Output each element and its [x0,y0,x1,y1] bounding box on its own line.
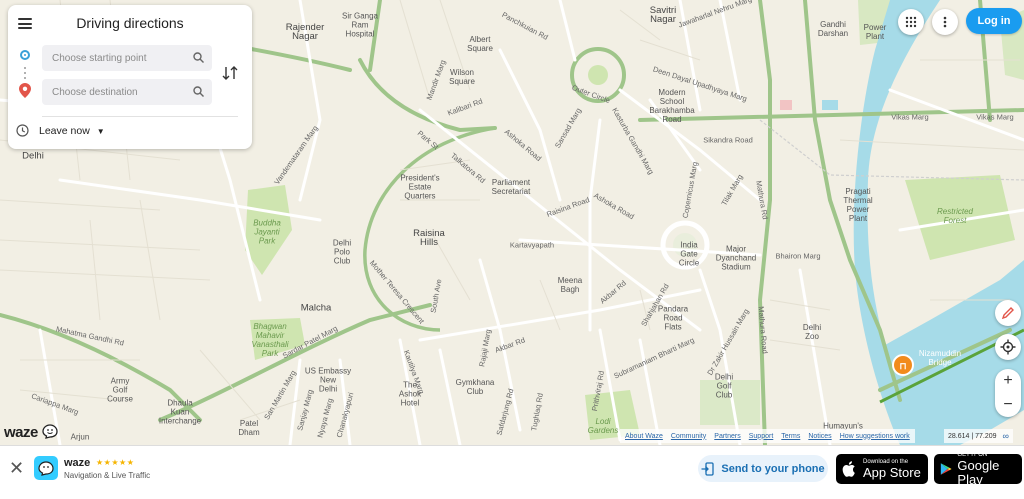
app-store-label: App Store [863,464,921,480]
apps-grid-button[interactable] [898,9,924,35]
road-label: Vikas Marg [891,112,929,122]
app-promo-banner: ✕ waze ★★★★★ Navigation & Live Traffic S… [0,445,1024,499]
waze-face-icon [41,424,58,439]
road-label: Bhairon Marg [775,251,821,261]
starting-point-input[interactable] [42,45,192,71]
place-label: Arjun [70,432,90,442]
place-label: Delhi Polo Club [332,238,352,266]
send-to-phone-button[interactable]: Send to your phone [698,455,828,482]
road-label: Vikas Marg [976,112,1014,122]
destination-field[interactable] [42,79,212,105]
coordinates-text: 28.614 | 77.209 [948,432,997,440]
place-label: Gymkhana Club [455,378,495,396]
place-label: Sir Ganga Ram Hospital [341,11,379,39]
place-label: Parliament Secretariat [491,178,531,196]
place-label: India Gate Circle [678,240,700,268]
place-label: Malcha [300,302,332,314]
footer-link-terms[interactable]: Terms [781,433,800,440]
zoom-out-button[interactable]: − [995,393,1021,417]
kebab-menu-icon [943,16,947,28]
directions-panel: Driving directions Leave now ▼ [8,5,252,149]
crosshair-icon [1000,339,1016,355]
place-label: President's Estate Quarters [400,173,440,201]
route-dots-icon [24,67,26,82]
place-label: Army Golf Course [107,376,133,404]
pencil-icon [1001,307,1014,320]
place-label: Modern School Barakhamba Road [649,88,695,124]
google-play-button[interactable]: GET IT ON Google Play [934,452,1022,487]
swap-icon[interactable] [222,65,238,81]
apple-icon [842,461,855,477]
panel-title: Driving directions [76,15,184,31]
destination-input[interactable] [42,79,192,105]
destination-pin-icon [19,83,31,98]
more-options-button[interactable] [932,9,958,35]
place-label: Rajender Nagar [285,22,325,42]
zoom-in-button[interactable]: + [995,369,1021,393]
waze-face-icon [38,460,54,476]
place-label: Power Plant [863,23,887,41]
place-label: Patel Dham [238,419,260,437]
leave-time-label: Leave now [39,125,90,137]
send-to-phone-label: Send to your phone [721,462,825,475]
waze-logo-text: waze [4,424,38,441]
place-label: Delhi Golf Club [714,372,734,400]
road-label: Sikandra Road [703,135,753,145]
report-button[interactable] [995,300,1021,326]
place-label: Delhi [22,150,44,162]
waze-logo: waze [4,424,58,441]
clock-icon [16,124,29,137]
leave-time-dropdown[interactable]: Leave now ▼ [39,125,105,137]
footer-link-suggestions[interactable]: How suggestions work [840,433,910,440]
place-label: Albert Square [467,35,493,53]
map-footer-links: About Waze Community Partners Support Te… [620,429,915,443]
link-icon[interactable]: ∞ [1003,431,1009,441]
footer-link-community[interactable]: Community [671,433,706,440]
place-label: Raisina Hills [413,228,445,248]
google-play-label: Google Play [957,457,1000,487]
place-label: Nizamuddin Bridge [918,349,962,367]
close-icon[interactable]: ✕ [9,458,24,479]
caret-down-icon: ▼ [96,127,105,136]
divider [42,116,238,117]
apps-grid-icon [905,16,917,28]
app-name: waze [64,457,91,469]
login-button[interactable]: Log in [966,8,1022,34]
coordinates-readout: 28.614 | 77.209 ∞ [944,429,1013,443]
place-label: Meena Bagh [557,276,583,294]
road-label: Kartavyapath [509,240,555,250]
footer-link-notices[interactable]: Notices [808,433,831,440]
app-subtitle: Navigation & Live Traffic [64,471,151,480]
place-label: Major Dyanchand Stadium [715,244,757,272]
park-label: Buddha Jayanti Park [253,218,281,246]
footer-link-about[interactable]: About Waze [625,433,663,440]
starting-point-field[interactable] [42,45,212,71]
search-icon[interactable] [193,52,204,63]
locate-me-button[interactable] [995,334,1021,360]
place-label: Gandhi Darshan [817,20,849,38]
place-label: Wilson Square [449,68,475,86]
place-label: Dhaula Kuan Interchange [158,398,202,426]
footer-link-support[interactable]: Support [749,433,774,440]
park-label: Lodi Gardens [587,417,619,435]
place-label: Pandara Road Flats [657,304,689,332]
place-label: The Ashok Hotel [398,380,422,408]
rating-stars: ★★★★★ [96,458,135,467]
start-point-icon [20,50,30,60]
place-label: Savitri Nagar [649,5,677,25]
park-label: Restricted Forest [936,207,974,225]
waze-app-icon [34,456,58,480]
app-store-button[interactable]: Download on the App Store [836,454,928,484]
send-to-phone-icon [701,461,715,476]
footer-link-partners[interactable]: Partners [714,433,740,440]
place-label: Pragati Thermal Power Plant [843,187,873,223]
search-icon[interactable] [193,86,204,97]
google-play-icon [940,463,952,475]
zoom-control: + − [995,369,1021,417]
place-label: Delhi Zoo [802,323,822,341]
svg-text:⊓: ⊓ [899,361,906,371]
